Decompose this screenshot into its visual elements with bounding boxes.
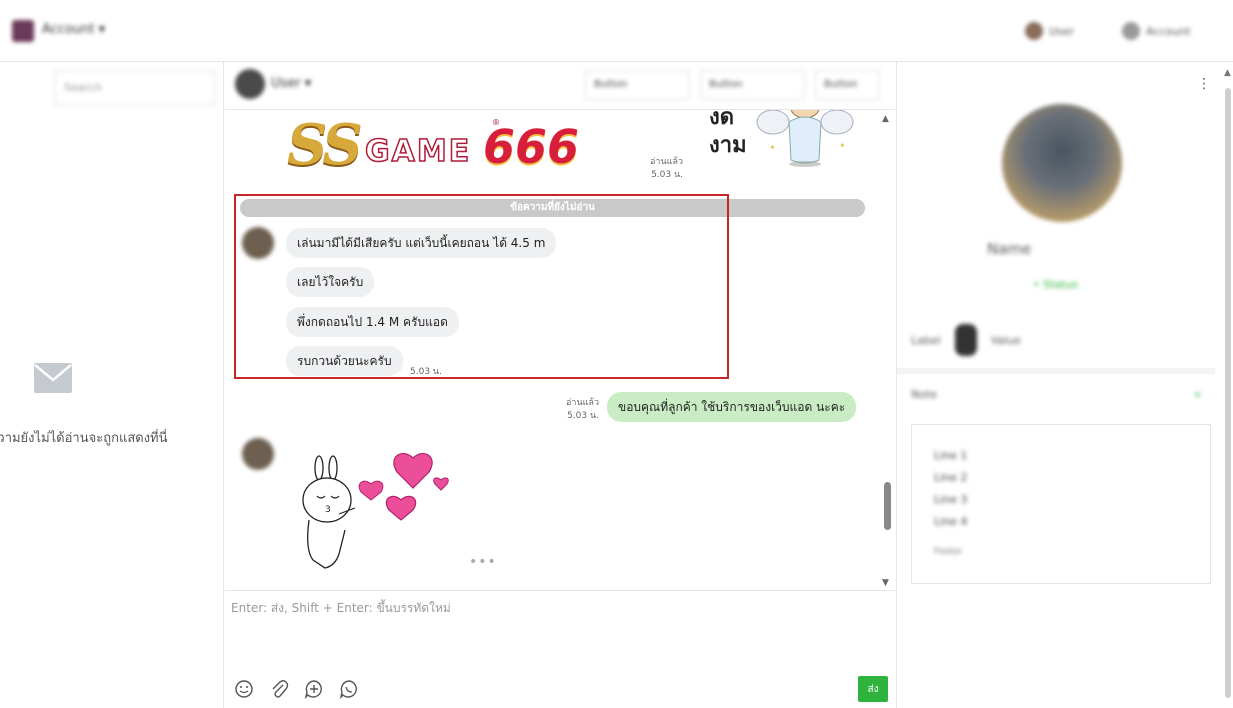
chat-search-input[interactable]: Search (55, 70, 215, 106)
profile-detail-row: Label Value (911, 324, 1021, 356)
scroll-down-icon[interactable]: ▼ (882, 578, 889, 588)
ssgame666-logo-image: SS GAME 666 ® (287, 112, 580, 178)
add-note-button[interactable]: + (1193, 388, 1202, 401)
outgoing-message[interactable]: ขอบคุณที่ลูกค้า ใช้บริการของเว็บแอด นะคะ (607, 392, 857, 422)
note-line: Line 3 (934, 493, 968, 506)
account-logo[interactable] (12, 20, 34, 42)
chat-scrollbar[interactable]: ▲ ▼ (880, 112, 894, 588)
logo-read-receipt: อ่านแล้ว 5.03 น. (650, 157, 683, 180)
account-avatar (1122, 22, 1140, 40)
message-input[interactable] (231, 599, 871, 659)
profile-panel: ⋮ ▲ Name • Status Label Value Note + Lin… (896, 62, 1233, 708)
incoming-timestamp: 5.03 น. (410, 367, 442, 377)
chat-header: User ▾ Button Button Button (225, 62, 895, 110)
chat-contact-name[interactable]: User ▾ (271, 76, 311, 91)
outgoing-read-receipt: อ่านแล้ว 5.03 น. (566, 398, 599, 421)
note-line: Line 2 (934, 471, 968, 484)
scroll-up-icon[interactable]: ▲ (1224, 68, 1231, 78)
chat-list-panel: Search ข้อความยังไม่ได้อ่านจะถูกแสดงที่น… (0, 62, 224, 708)
assignee-avatar (954, 324, 977, 356)
profile-photo[interactable] (1002, 104, 1122, 222)
smile-icon[interactable] (234, 679, 254, 699)
contact-avatar[interactable] (242, 438, 274, 470)
incoming-message[interactable]: พึ่งกดถอนไป 1.4 M ครับแอด (286, 307, 459, 337)
envelope-icon (34, 363, 72, 393)
header-button-3[interactable]: Button (815, 70, 880, 100)
chat-avatar[interactable] (235, 69, 265, 99)
top-account-label: Account (1146, 24, 1191, 38)
svg-text:✦: ✦ (839, 141, 846, 150)
header-button-1[interactable]: Button (585, 70, 689, 100)
message-list[interactable]: SS GAME 666 ® อ่านแล้ว 5.03 น. งด งาม ✦ … (225, 110, 895, 590)
line-icon[interactable] (339, 679, 359, 699)
send-button[interactable]: ส่ง (858, 676, 888, 702)
profile-row-label: Label (911, 333, 941, 347)
profile-scrollbar[interactable]: ▲ (1223, 68, 1233, 708)
top-user-menu[interactable]: User (1025, 22, 1074, 40)
account-name[interactable]: Account ▾ (42, 22, 105, 37)
incoming-message[interactable]: เล่นมามีได้มีเสียครับ แต่เว็บนี้เคยถอน ไ… (286, 228, 557, 258)
more-options-icon[interactable]: ⋮ (1197, 76, 1211, 92)
header-button-2[interactable]: Button (700, 70, 805, 100)
note-line: Line 1 (934, 449, 968, 462)
top-user-label: User (1049, 24, 1075, 38)
note-line: Line 4 (934, 515, 968, 528)
profile-row-value[interactable]: Value (991, 334, 1021, 347)
more-dots-icon[interactable]: ••• (469, 554, 497, 570)
section-divider (897, 368, 1215, 374)
top-bar: Account ▾ User Account (0, 0, 1233, 62)
svg-text:3: 3 (325, 505, 331, 515)
note-card[interactable]: Line 1 Line 2 Line 3 Line 4 Footer (911, 424, 1211, 584)
scrollbar-thumb[interactable] (1225, 88, 1231, 698)
top-account-menu[interactable]: Account (1122, 22, 1190, 40)
sticker-text: งด งาม (709, 110, 747, 158)
bunny-hearts-sticker-image: 3 (302, 453, 449, 569)
note-footer: Footer (934, 547, 963, 557)
incoming-message[interactable]: เลยไว้ใจครับ (286, 267, 375, 297)
incoming-message[interactable]: รบกวนด้วยนะครับ (286, 346, 403, 376)
scrollbar-thumb[interactable] (884, 482, 891, 530)
paperclip-icon[interactable] (269, 679, 289, 699)
contact-avatar[interactable] (242, 227, 274, 259)
angel-sticker-image: ✦ ✦ (756, 110, 854, 167)
message-composer: ส่ง (225, 590, 895, 708)
user-avatar (1025, 22, 1043, 40)
svg-text:✦: ✦ (769, 143, 776, 152)
scroll-up-icon[interactable]: ▲ (882, 114, 889, 124)
profile-status: • Status (1033, 278, 1079, 291)
add-chat-icon[interactable] (304, 679, 324, 699)
empty-list-text: ข้อความยังไม่ได้อ่านจะถูกแสดงที่นี่ (0, 431, 168, 446)
profile-name[interactable]: Name (987, 240, 1031, 258)
note-title: Note (911, 388, 938, 401)
